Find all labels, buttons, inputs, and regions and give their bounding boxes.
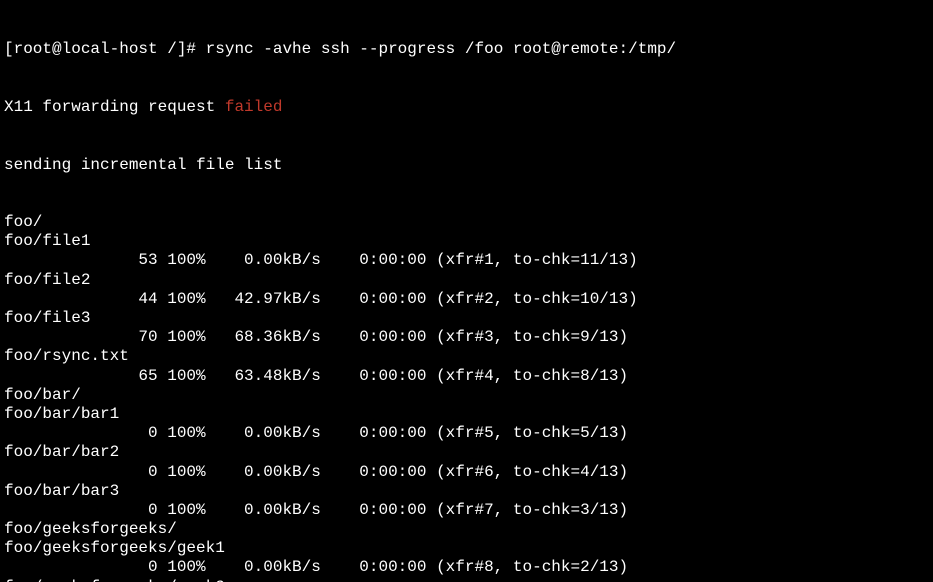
terminal-window[interactable]: [root@local-host /]# rsync -avhe ssh --p… xyxy=(0,0,933,582)
rsync-output: foo/foo/file1 53 100% 0.00kB/s 0:00:00 (… xyxy=(4,213,929,582)
rsync-stats-line: 44 100% 42.97kB/s 0:00:00 (xfr#2, to-chk… xyxy=(4,290,929,309)
rsync-path-line: foo/bar/bar2 xyxy=(4,443,929,462)
rsync-stats-line: 65 100% 63.48kB/s 0:00:00 (xfr#4, to-chk… xyxy=(4,367,929,386)
rsync-path-line: foo/file2 xyxy=(4,271,929,290)
rsync-path-line: foo/bar/ xyxy=(4,386,929,405)
prompt-line: [root@local-host /]# rsync -avhe ssh --p… xyxy=(4,40,929,59)
rsync-stats-line: 0 100% 0.00kB/s 0:00:00 (xfr#7, to-chk=3… xyxy=(4,501,929,520)
x11-before: X11 forwarding request xyxy=(4,98,225,116)
sending-line: sending incremental file list xyxy=(4,156,929,175)
rsync-stats-line: 53 100% 0.00kB/s 0:00:00 (xfr#1, to-chk=… xyxy=(4,251,929,270)
rsync-path-line: foo/bar/bar3 xyxy=(4,482,929,501)
rsync-path-line: foo/file3 xyxy=(4,309,929,328)
rsync-stats-line: 70 100% 68.36kB/s 0:00:00 (xfr#3, to-chk… xyxy=(4,328,929,347)
x11-line: X11 forwarding request failed xyxy=(4,98,929,117)
command-text: rsync -avhe ssh --progress /foo root@rem… xyxy=(206,40,676,58)
x11-failed: failed xyxy=(225,98,283,116)
rsync-path-line: foo/bar/bar1 xyxy=(4,405,929,424)
rsync-path-line: foo/rsync.txt xyxy=(4,347,929,366)
rsync-stats-line: 0 100% 0.00kB/s 0:00:00 (xfr#8, to-chk=2… xyxy=(4,558,929,577)
rsync-path-line: foo/file1 xyxy=(4,232,929,251)
rsync-stats-line: 0 100% 0.00kB/s 0:00:00 (xfr#5, to-chk=5… xyxy=(4,424,929,443)
shell-prompt: [root@local-host /]# xyxy=(4,40,206,58)
rsync-stats-line: 0 100% 0.00kB/s 0:00:00 (xfr#6, to-chk=4… xyxy=(4,463,929,482)
rsync-path-line: foo/geeksforgeeks/ xyxy=(4,520,929,539)
rsync-path-line: foo/ xyxy=(4,213,929,232)
rsync-path-line: foo/geeksforgeeks/geek2 xyxy=(4,578,929,582)
rsync-path-line: foo/geeksforgeeks/geek1 xyxy=(4,539,929,558)
